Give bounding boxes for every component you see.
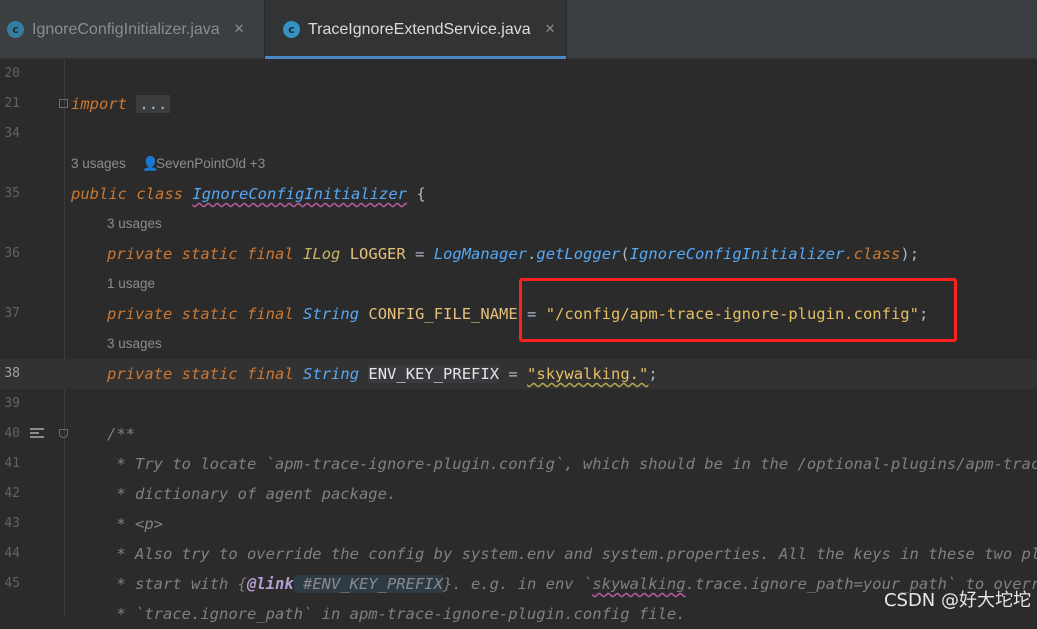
line-number: 35 <box>4 186 20 201</box>
editor-tab-bar: c IgnoreConfigInitializer.java ✕ c Trace… <box>0 0 1037 59</box>
tab-trace-ignore-extend-service[interactable]: c TraceIgnoreExtendService.java ✕ <box>264 0 567 59</box>
doc-comment: * <p> <box>107 515 163 533</box>
code-line: * `trace.ignore_path` in apm-trace-ignor… <box>0 599 1037 629</box>
inlay-hint-line: 3 usages 👤 SevenPointOld +3 <box>0 149 1037 179</box>
line-number: 20 <box>4 66 20 81</box>
constant-name: CONFIG_FILE_NAME <box>368 305 518 323</box>
tab-ignore-config-initializer[interactable]: c IgnoreConfigInitializer.java ✕ <box>0 0 262 59</box>
code-line: 40 /** <box>0 419 1037 449</box>
javadoc-tag: @link <box>246 575 294 593</box>
usages-hint[interactable]: 3 usages <box>107 329 162 359</box>
paren: ( <box>620 245 630 263</box>
tab-label: TraceIgnoreExtendService.java <box>308 20 531 38</box>
code-line: 39 <box>0 389 1037 419</box>
operator: = <box>405 245 434 263</box>
doc-comment: * Try to locate `apm-trace-ignore-plugin… <box>107 455 1037 473</box>
paren: ); <box>900 245 920 263</box>
close-icon[interactable]: ✕ <box>234 22 245 37</box>
keyword: private <box>107 245 173 263</box>
keyword: final <box>247 245 294 263</box>
line-number: 37 <box>4 306 20 321</box>
javadoc-ref: #ENV_KEY_PREFIX <box>293 575 443 593</box>
java-class-icon: c <box>7 21 24 38</box>
code-editor[interactable]: 20 21 import ... 34 3 usages 👤 SevenPoin… <box>0 59 1037 623</box>
keyword: .class <box>844 245 901 263</box>
line-number: 41 <box>4 456 20 471</box>
class-name: IgnoreConfigInitializer <box>192 185 407 203</box>
tab-label: IgnoreConfigInitializer.java <box>32 20 220 38</box>
line-number: 43 <box>4 516 20 531</box>
usages-hint[interactable]: 3 usages <box>107 209 162 239</box>
class-ref: LogManager <box>433 245 528 263</box>
keyword: class <box>136 185 184 203</box>
keyword: static <box>181 365 238 383</box>
line-number: 36 <box>4 246 20 261</box>
doc-comment: * `trace.ignore_path` in apm-trace-ignor… <box>107 605 686 623</box>
keyword: private <box>107 305 173 323</box>
author-hint[interactable]: SevenPointOld +3 <box>156 149 265 179</box>
code-line: 36 private static final ILog LOGGER = Lo… <box>0 239 1037 269</box>
line-number: 38 <box>4 366 20 381</box>
keyword: final <box>247 305 294 323</box>
line-number: 39 <box>4 396 20 411</box>
doc-comment: skywalking <box>592 575 686 593</box>
doc-comment: * dictionary of agent package. <box>107 485 397 503</box>
keyword: static <box>181 245 238 263</box>
code-line: 20 <box>0 59 1037 89</box>
fold-toggle-icon[interactable] <box>59 429 68 438</box>
type-name: String <box>303 365 360 383</box>
class-ref: IgnoreConfigInitializer <box>629 245 845 263</box>
keyword: private <box>107 365 173 383</box>
code-line: 42 * dictionary of agent package. <box>0 479 1037 509</box>
line-number: 42 <box>4 486 20 501</box>
doc-comment: * Also try to override the config by sys… <box>107 545 1037 563</box>
operator: = <box>499 365 528 383</box>
keyword: final <box>247 365 294 383</box>
semicolon: ; <box>648 365 658 383</box>
close-icon[interactable]: ✕ <box>545 22 556 37</box>
line-number: 34 <box>4 126 20 141</box>
render-doc-icon[interactable] <box>30 428 44 440</box>
type-name: ILog <box>303 245 341 263</box>
code-line: 45 * start with {@link #ENV_KEY_PREFIX}.… <box>0 569 1037 599</box>
code-line: 44 * Also try to override the config by … <box>0 539 1037 569</box>
string-literal: "skywalking." <box>527 365 649 383</box>
doc-comment: * start with { <box>107 575 247 593</box>
code-line: 21 import ... <box>0 89 1037 119</box>
line-number: 45 <box>4 576 20 591</box>
code-line: 34 <box>0 119 1037 149</box>
constant-name: ENV_KEY_PREFIX <box>368 365 500 383</box>
fold-toggle-icon[interactable] <box>59 99 68 108</box>
constant-name: LOGGER <box>349 245 406 263</box>
doc-comment: }. e.g. in env ` <box>442 575 593 593</box>
doc-comment: /** <box>107 425 135 443</box>
watermark: CSDN @好大坨坨 <box>883 590 1031 611</box>
usages-hint[interactable]: 3 usages <box>71 149 126 179</box>
code-line: 41 * Try to locate `apm-trace-ignore-plu… <box>0 449 1037 479</box>
method-call: getLogger <box>536 245 621 263</box>
code-line-current: 38 private static final String ENV_KEY_P… <box>0 359 1037 389</box>
line-number: 44 <box>4 546 20 561</box>
line-number: 21 <box>4 96 20 111</box>
folded-imports[interactable]: ... <box>136 95 171 113</box>
code-line: 35 public class IgnoreConfigInitializer … <box>0 179 1037 209</box>
highlight-annotation-box <box>519 278 957 342</box>
inlay-hint-line: 3 usages <box>0 209 1037 239</box>
keyword: static <box>181 305 238 323</box>
usages-hint[interactable]: 1 usage <box>107 269 155 299</box>
code-line: 43 * <p> <box>0 509 1037 539</box>
type-name: String <box>303 305 360 323</box>
keyword: public <box>71 185 127 203</box>
keyword: import <box>71 95 127 113</box>
java-class-icon: c <box>283 21 300 38</box>
brace: { <box>407 185 426 203</box>
line-number: 40 <box>4 426 20 441</box>
